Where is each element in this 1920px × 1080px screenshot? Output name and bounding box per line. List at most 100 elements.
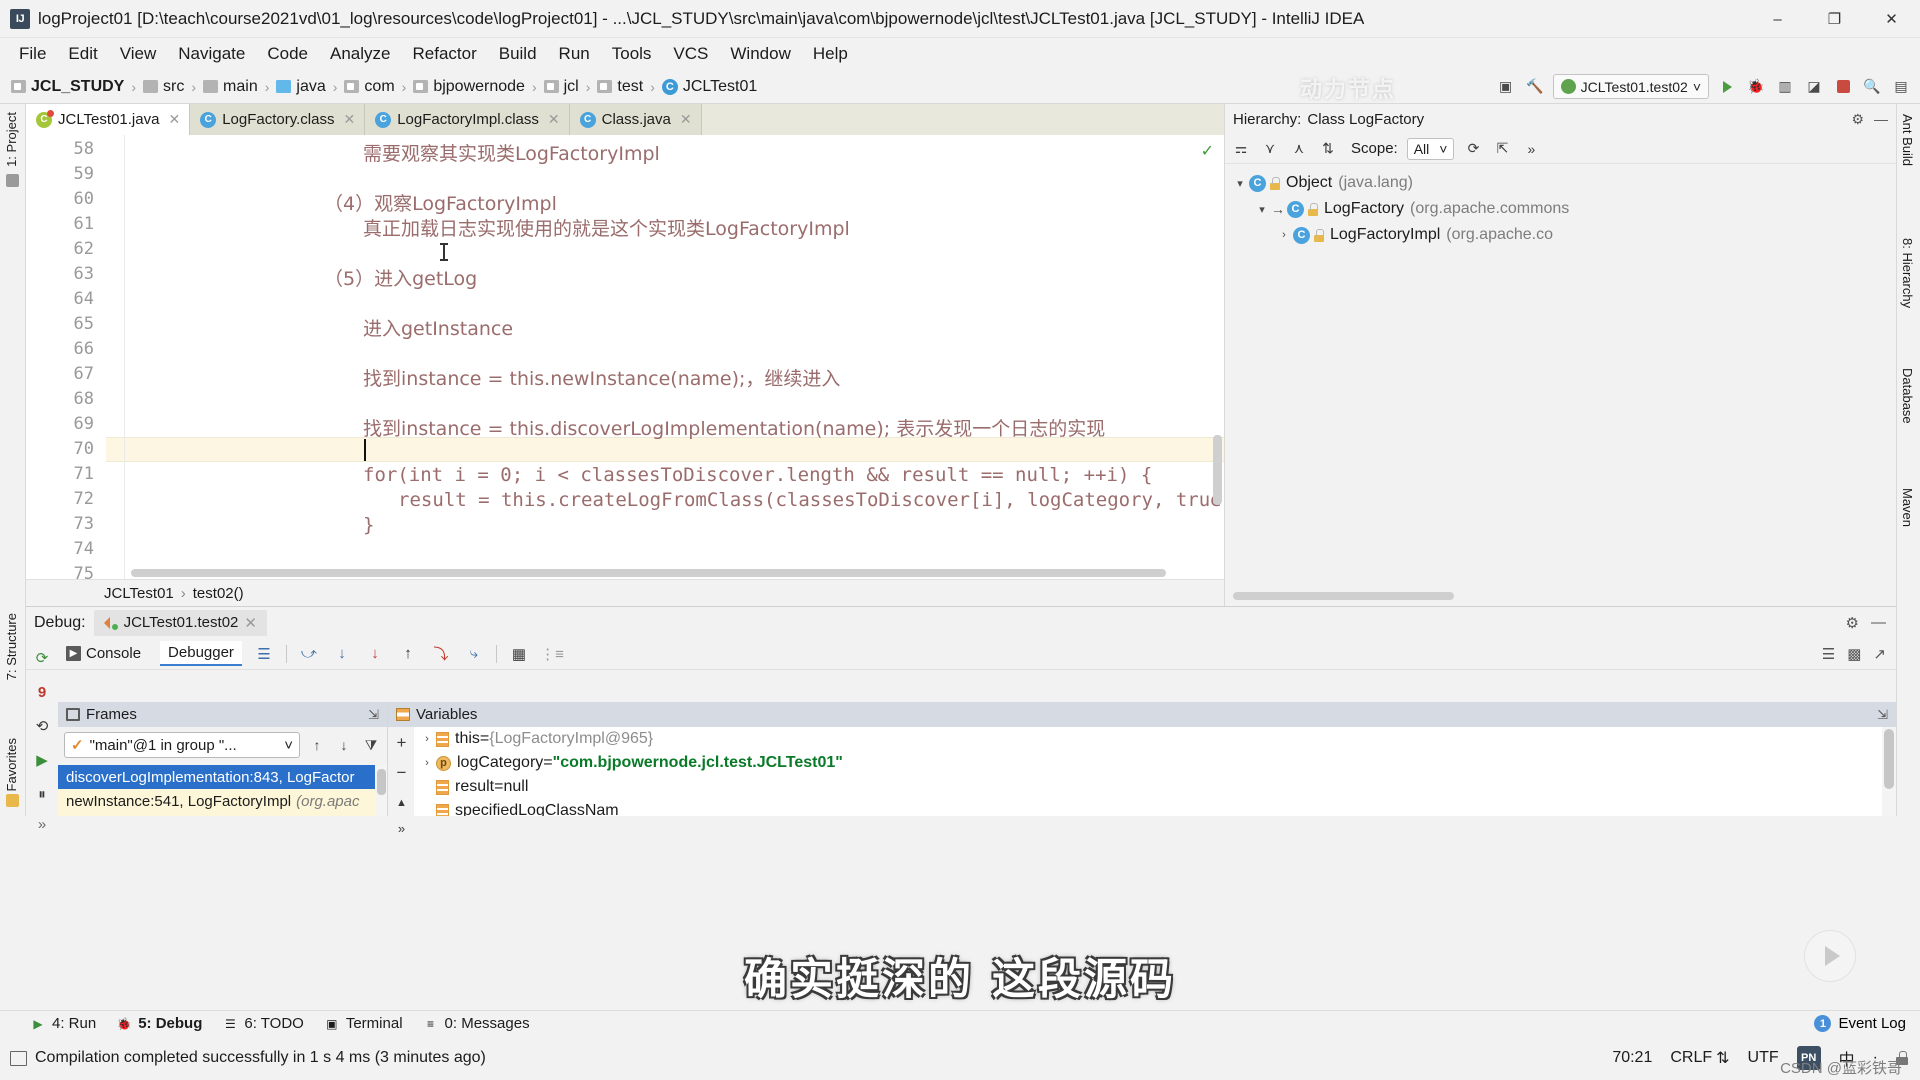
run-configuration-selector[interactable]: JCLTest01.test02 ˅ [1552, 74, 1709, 99]
breadcrumb-src[interactable]: src [140, 76, 187, 98]
line-separator[interactable]: CRLF ⇅ [1670, 1048, 1729, 1068]
chevron-right-icon[interactable]: › [1275, 229, 1293, 241]
breadcrumb-module[interactable]: JCL_STUDY [8, 76, 127, 98]
pause-icon[interactable]: ⏸ [30, 782, 54, 806]
step-out-icon[interactable]: ↑ [397, 643, 419, 665]
thread-select[interactable]: ✓ "main"@1 in group "... ˅ [64, 732, 300, 758]
tab-logfactoryimpl-class[interactable]: C LogFactoryImpl.class ✕ [365, 104, 570, 135]
close-icon[interactable]: ✕ [168, 111, 180, 128]
breakpoints-icon[interactable]: 9 [30, 680, 54, 704]
hierarchy-horizontal-scrollbar[interactable] [1233, 592, 1454, 600]
inspection-status-icon[interactable]: ✓ [1201, 141, 1214, 161]
code-text-area[interactable]: 需要观察其实现类LogFactoryImpl （4）观察LogFactoryIm… [128, 135, 1224, 579]
chevron-down-icon[interactable]: ▾ [1253, 203, 1271, 216]
refresh-icon[interactable]: ⟳ [1463, 139, 1483, 159]
menu-build[interactable]: Build [488, 40, 548, 68]
settings-gear-icon[interactable]: ⚙ [1846, 614, 1859, 632]
filter-icon[interactable]: ⧩ [361, 735, 381, 755]
bottom-tab-debug[interactable]: 🐞 5: Debug [116, 1015, 203, 1032]
file-encoding[interactable]: UTF [1748, 1049, 1779, 1067]
bottom-tab-terminal[interactable]: ▣ Terminal [324, 1015, 402, 1032]
show-execution-point-icon[interactable]: ☰ [253, 643, 275, 665]
list-icon[interactable]: ☰ [1822, 645, 1835, 663]
tab-jcltest01-java[interactable]: C JCLTest01.java ✕ [26, 104, 191, 135]
expand-all-button[interactable]: » [392, 819, 411, 838]
remove-watch-button[interactable]: − [392, 763, 411, 782]
editor-vertical-scrollbar[interactable] [1213, 435, 1222, 505]
build-icon[interactable]: 🔨 [1524, 76, 1546, 98]
sidebar-item-maven[interactable]: Maven [1898, 484, 1917, 531]
frames-scrollbar[interactable] [375, 765, 387, 816]
menu-edit[interactable]: Edit [57, 40, 108, 68]
bottom-tab-messages[interactable]: ≡ 0: Messages [423, 1015, 530, 1032]
hierarchy-node-logfactoryimpl[interactable]: › C LogFactoryImpl (org.apache.co [1225, 222, 1896, 248]
restore-layout-icon[interactable]: ⟲ [30, 714, 54, 738]
drop-frame-icon[interactable]: ⤵ [430, 643, 452, 665]
sidebar-item-structure[interactable]: 7: Structure [2, 609, 21, 684]
minimize-icon[interactable]: — [1871, 614, 1886, 632]
breadcrumb-test[interactable]: test [594, 76, 646, 98]
breadcrumb-class[interactable]: C JCLTest01 [659, 76, 760, 98]
sidebar-item-hierarchy[interactable]: 8: Hierarchy [1898, 234, 1917, 312]
variables-list[interactable]: › this = {LogFactoryImpl@965} › p logCat… [414, 727, 1882, 816]
run-to-cursor-icon[interactable]: ⤷ [463, 643, 485, 665]
menu-refactor[interactable]: Refactor [401, 40, 487, 68]
close-icon[interactable]: ✕ [548, 111, 560, 128]
profile-icon[interactable]: ◪ [1803, 76, 1825, 98]
code-editor[interactable]: 58 59 60 61 62 63 64 65 66 67 68 69 70 7… [26, 135, 1224, 579]
step-into-icon[interactable]: ↓ [331, 643, 353, 665]
down-arrow-icon[interactable]: ↓ [334, 735, 354, 755]
evaluate-expression-icon[interactable]: ▦ [508, 643, 530, 665]
menu-file[interactable]: File [8, 40, 57, 68]
hierarchy-node-object[interactable]: ▾ C Object (java.lang) [1225, 170, 1896, 196]
hierarchy-node-logfactory[interactable]: ▾ → C LogFactory (org.apache.commons [1225, 196, 1896, 222]
minimize-icon[interactable]: — [1874, 111, 1888, 128]
chevron-right-icon[interactable]: › [418, 757, 436, 769]
supertypes-icon[interactable]: ⋎ [1260, 139, 1280, 159]
force-step-into-icon[interactable]: ↓ [364, 643, 386, 665]
terminal-icon[interactable]: ▣ [1495, 76, 1517, 98]
variable-row-this[interactable]: › this = {LogFactoryImpl@965} [414, 727, 1882, 751]
close-icon[interactable]: ✕ [680, 111, 692, 128]
run-icon[interactable] [1716, 76, 1738, 98]
menu-analyze[interactable]: Analyze [319, 40, 401, 68]
variable-row-logcategory[interactable]: › p logCategory = "com.bjpowernode.jcl.t… [414, 751, 1882, 775]
debug-icon[interactable]: 🐞 [1745, 76, 1767, 98]
editor-horizontal-scrollbar[interactable] [131, 569, 1166, 577]
type-hierarchy-icon[interactable]: ⚎ [1231, 139, 1251, 159]
stop-icon[interactable] [1832, 76, 1854, 98]
breadcrumb-main[interactable]: main [200, 76, 261, 98]
step-over-icon[interactable]: ⤻ [298, 643, 320, 665]
breadcrumb-com[interactable]: com [341, 76, 397, 98]
tab-class-java[interactable]: C Class.java ✕ [569, 104, 702, 135]
frame-row-newinstance[interactable]: newInstance:541, LogFactoryImpl (org.apa… [58, 789, 375, 813]
coverage-icon[interactable]: ▥ [1774, 76, 1796, 98]
scrollbar-thumb[interactable] [377, 769, 386, 795]
expand-icon[interactable]: ⇱ [1492, 139, 1512, 159]
close-icon[interactable]: ✕ [244, 614, 257, 632]
hierarchy-tree[interactable]: ▾ C Object (java.lang) ▾ → C LogFactory … [1225, 164, 1896, 248]
bottom-tab-todo[interactable]: ☰ 6: TODO [222, 1015, 304, 1032]
rerun-icon[interactable]: ⟳ [30, 646, 54, 670]
sidebar-item-ant-build[interactable]: Ant Build [1898, 110, 1917, 170]
breadcrumb-class-name[interactable]: JCLTest01 [104, 585, 174, 602]
gear-icon[interactable]: ⚙ [1851, 111, 1864, 128]
menu-view[interactable]: View [109, 40, 168, 68]
frames-list[interactable]: discoverLogImplementation:843, LogFactor… [58, 765, 375, 816]
chevron-right-icon[interactable]: › [418, 733, 436, 745]
menu-vcs[interactable]: VCS [662, 40, 719, 68]
close-button[interactable]: ✕ [1863, 0, 1920, 38]
add-watch-button[interactable]: + [392, 733, 411, 752]
scroll-up-button[interactable]: ▲ [392, 793, 411, 812]
maximize-button[interactable]: ❐ [1806, 0, 1863, 38]
variable-row-result[interactable]: result = null [414, 775, 1882, 799]
scope-select[interactable]: All ˅ [1406, 137, 1455, 160]
event-log-area[interactable]: 1 Event Log [1814, 1015, 1920, 1032]
more-icon[interactable]: » [1521, 139, 1541, 159]
menu-tools[interactable]: Tools [601, 40, 663, 68]
pin-icon[interactable]: ⇲ [368, 707, 387, 723]
layout-icon[interactable]: ▤ [1890, 76, 1912, 98]
resume-icon[interactable]: ▶ [30, 748, 54, 772]
sort-alpha-icon[interactable]: ⇅ [1318, 139, 1338, 159]
menu-navigate[interactable]: Navigate [167, 40, 256, 68]
